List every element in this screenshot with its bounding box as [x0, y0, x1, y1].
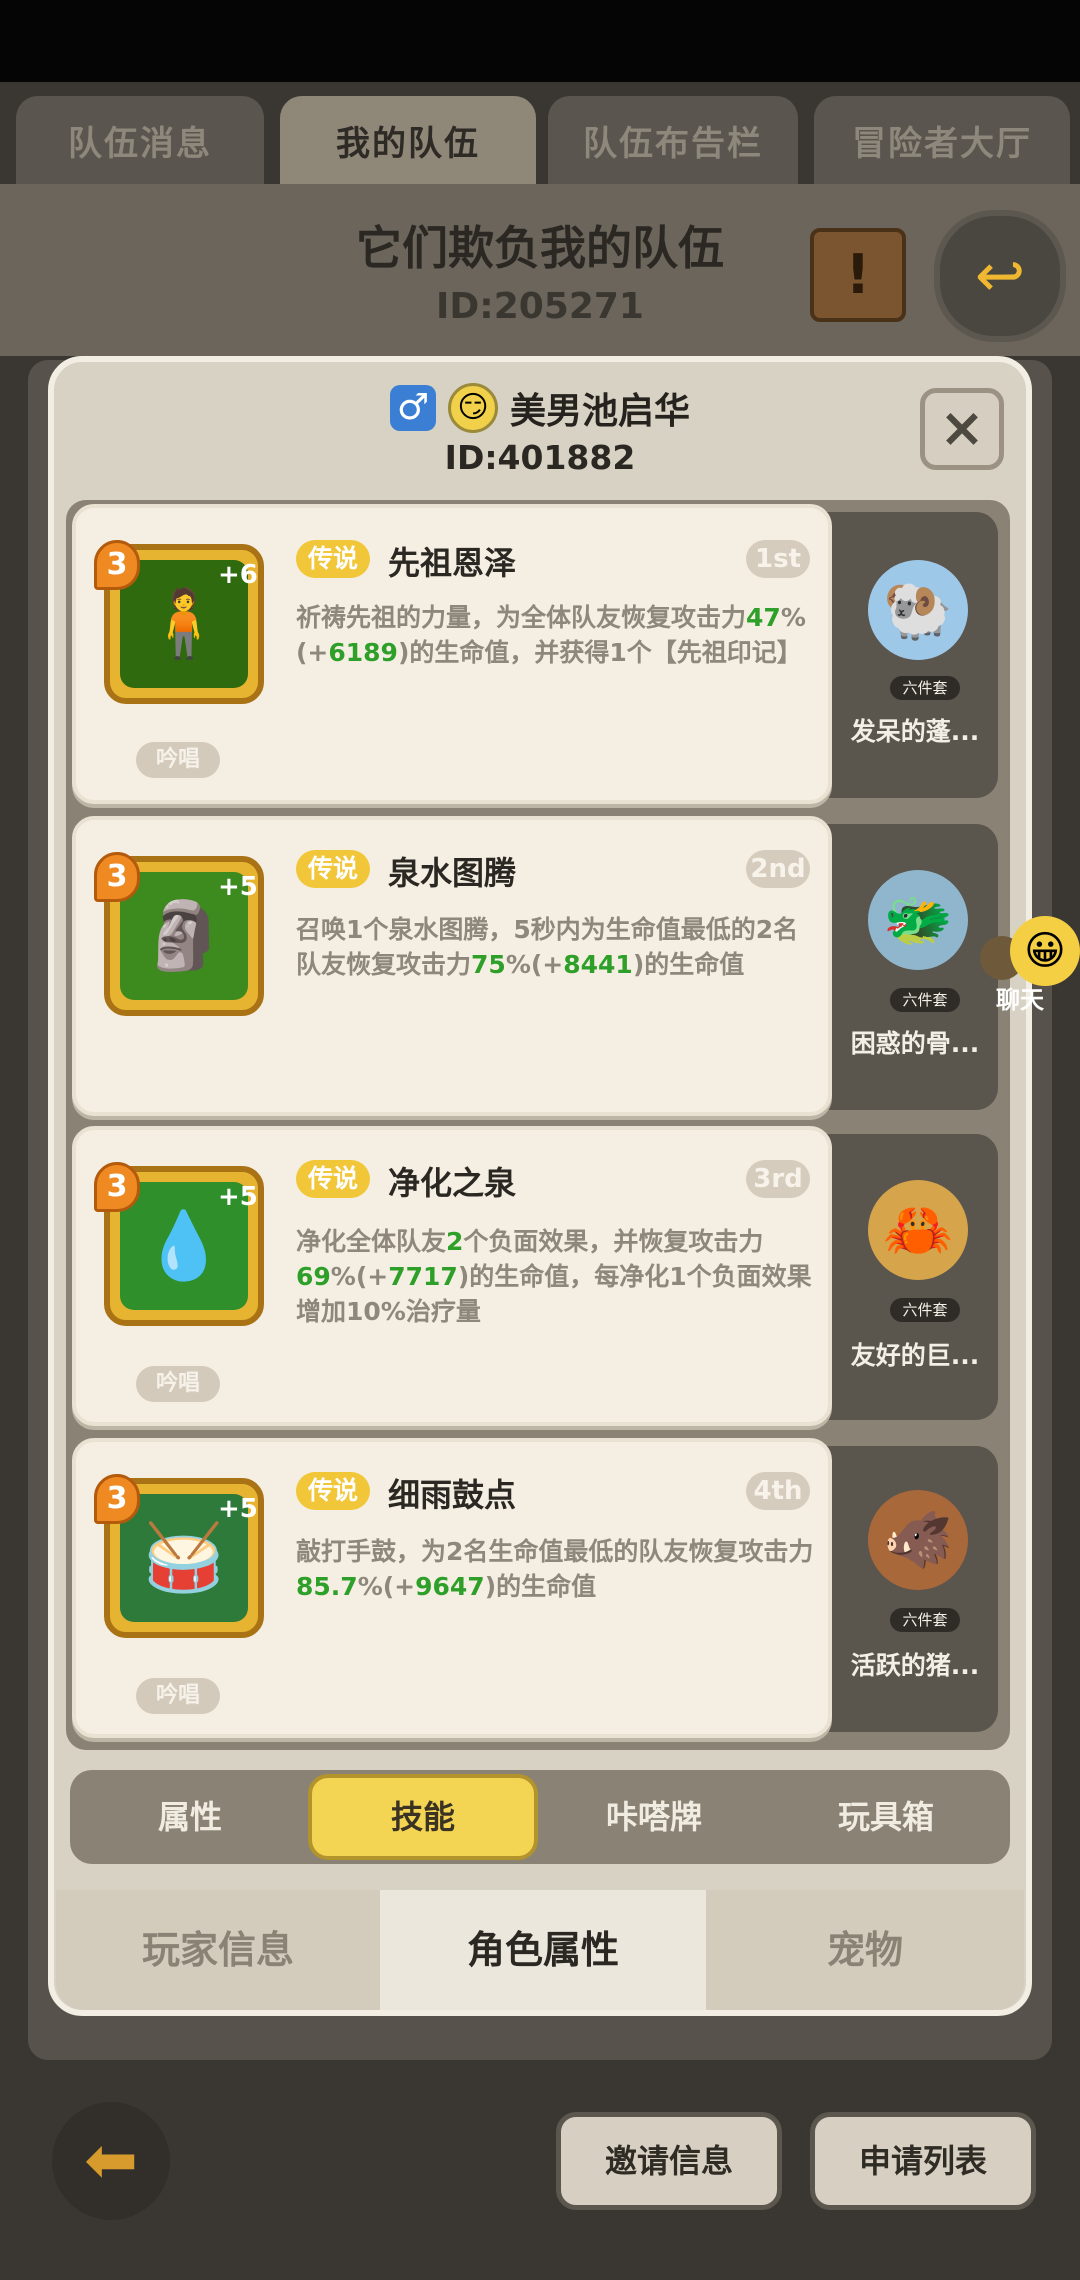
rarity-tag: 传说: [296, 540, 371, 578]
tab-skills[interactable]: 技能: [308, 1774, 538, 1860]
player-id: ID:401882: [444, 438, 636, 477]
skill-level-badge: 3: [94, 1162, 140, 1212]
chant-badge: 吟唱: [136, 742, 220, 778]
tab-attributes[interactable]: 属性: [90, 1770, 290, 1864]
skill-description: 敲打手鼓，为2名生命值最低的队友恢复攻击力85.7%(+9647)的生命值: [296, 1537, 814, 1601]
pet-sheep-icon: 🐏: [868, 560, 968, 660]
rarity-tag: 传说: [296, 850, 371, 888]
tab-role-attributes[interactable]: 角色属性: [380, 1890, 706, 2010]
rarity-tag: 传说: [296, 1472, 371, 1510]
pet-name: 困惑的骨...: [850, 1029, 980, 1058]
return-icon[interactable]: ↩: [934, 210, 1066, 342]
player-header: ♂ 😏 美男池启华: [0, 378, 1080, 438]
status-bar: [0, 0, 1080, 82]
invite-info-button[interactable]: 邀请信息: [556, 2112, 782, 2210]
pet-name: 友好的巨...: [850, 1341, 980, 1370]
skill-description: 召唤1个泉水图腾，5秒内为生命值最低的2名队友恢复攻击力75%(+8441)的生…: [296, 915, 799, 979]
skill-plus-level: +5: [218, 872, 258, 902]
skill-rank-badge: 1st: [746, 540, 810, 578]
team-id: ID:205271: [436, 286, 644, 327]
tab-toy-box[interactable]: 玩具箱: [786, 1770, 986, 1864]
tab-pets[interactable]: 宠物: [706, 1890, 1024, 2010]
skill-plus-level: +5: [218, 1182, 258, 1212]
skill-rank-badge: 2nd: [746, 850, 810, 888]
skill-plus-level: +5: [218, 1494, 258, 1524]
application-list-button[interactable]: 申请列表: [810, 2112, 1036, 2210]
skill-name: 细雨鼓点: [388, 1476, 517, 1514]
notice-scroll-icon[interactable]: !: [810, 228, 906, 322]
rarity-tag: 传说: [296, 1160, 371, 1198]
player-emoji-avatar: 😏: [447, 383, 498, 433]
team-title: 它们欺负我的队伍: [356, 221, 724, 275]
chat-label[interactable]: 聊天: [990, 980, 1050, 1015]
skill-level-badge: 3: [94, 1474, 140, 1524]
pet-boar-icon: 🐗: [868, 1490, 968, 1590]
tab-team-messages[interactable]: 队伍消息: [16, 96, 264, 184]
pet-set-badge: 六件套: [890, 1298, 960, 1322]
tab-player-info[interactable]: 玩家信息: [56, 1890, 380, 2010]
chant-badge: 吟唱: [136, 1678, 220, 1714]
skill-rank-badge: 3rd: [746, 1160, 810, 1198]
player-name: 美男池启华: [509, 391, 690, 432]
skill-description: 祈祷先祖的力量，为全体队友恢复攻击力47%(+6189)的生命值，并获得1个【先…: [296, 603, 806, 667]
male-gender-icon: ♂: [389, 385, 436, 431]
pet-crab-icon: 🦀: [868, 1180, 968, 1280]
chat-icon[interactable]: 😀: [1010, 916, 1080, 986]
pet-name: 发呆的蓬...: [850, 717, 980, 746]
back-arrow-icon[interactable]: ⬅: [52, 2102, 170, 2220]
skill-plus-level: +6: [218, 560, 258, 590]
skill-name: 泉水图腾: [388, 854, 517, 892]
chant-badge: 吟唱: [136, 1366, 220, 1402]
pet-set-badge: 六件套: [890, 1608, 960, 1632]
skill-description: 净化全体队友2个负面效果，并恢复攻击力69%(+7717)的生命值，每净化1个负…: [296, 1227, 812, 1326]
pet-name: 活跃的猪...: [850, 1651, 980, 1680]
tab-adventurer-hall[interactable]: 冒险者大厅: [814, 96, 1070, 184]
pet-set-badge: 六件套: [890, 988, 960, 1012]
skill-level-badge: 3: [94, 852, 140, 902]
tab-team-bulletin[interactable]: 队伍布告栏: [548, 96, 798, 184]
skill-name: 先祖恩泽: [388, 544, 517, 582]
skill-name: 净化之泉: [388, 1164, 517, 1202]
pet-dragon-icon: 🐲: [868, 870, 968, 970]
pet-set-badge: 六件套: [890, 676, 960, 700]
skill-rank-badge: 4th: [746, 1472, 810, 1510]
skill-level-badge: 3: [94, 540, 140, 590]
tab-kada-cards[interactable]: 咔嗒牌: [554, 1770, 754, 1864]
tab-my-team[interactable]: 我的队伍: [280, 96, 536, 184]
